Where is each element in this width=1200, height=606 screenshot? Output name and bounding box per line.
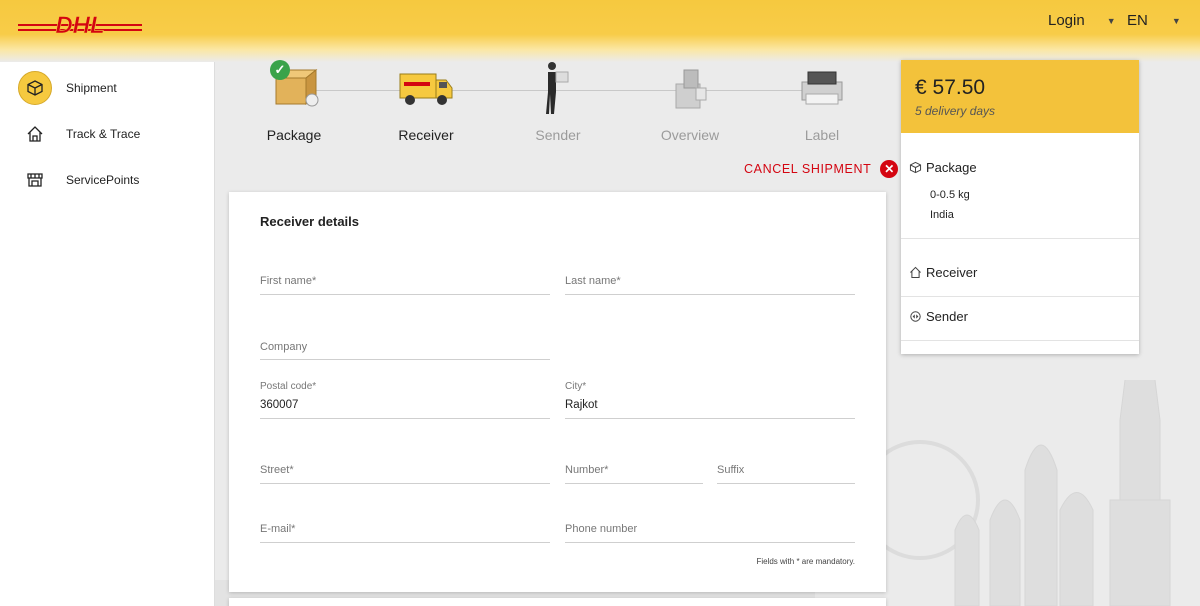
city-label: City* [565, 381, 587, 392]
email-field[interactable]: E-mail* [260, 509, 550, 543]
step-overview[interactable]: Overview [624, 58, 756, 143]
login-label: Login [1048, 12, 1085, 29]
sidebar-item-servicepoints[interactable]: ServicePoints [0, 160, 215, 200]
price-box: € 57.50 5 delivery days [901, 60, 1139, 133]
phone-label: Phone number [565, 523, 638, 535]
summary-package-title: Package [926, 160, 977, 175]
step-label: Receiver [398, 127, 454, 143]
postal-code-value: 360007 [260, 399, 299, 411]
package-icon [18, 71, 52, 105]
mandatory-note: Fields with * are mandatory. [756, 557, 855, 566]
chevron-down-icon: ▼ [1171, 15, 1181, 26]
email-label: E-mail* [260, 523, 296, 535]
step-label: Overview [660, 127, 720, 143]
last-name-field[interactable]: Last name* [565, 262, 855, 295]
city-value: Rajkot [565, 399, 598, 411]
street-label: Street* [260, 464, 294, 476]
store-icon [18, 163, 52, 197]
number-label: Number* [565, 464, 609, 476]
person-icon [528, 58, 588, 114]
sender-icon [910, 311, 921, 322]
dhl-logo[interactable]: DHL [18, 12, 142, 38]
summary-receiver-section[interactable]: Receiver [901, 239, 1139, 297]
progress-stepper: ✓ Package Receiver Sender Overview Label [228, 58, 888, 153]
price-value: € 57.50 [915, 76, 986, 99]
last-name-label: Last name* [565, 275, 621, 287]
cancel-shipment-button[interactable]: CANCEL SHIPMENT ✕ [744, 160, 899, 178]
suffix-label: Suffix [717, 464, 745, 476]
first-name-label: First name* [260, 275, 317, 287]
documents-icon [660, 58, 720, 114]
delivery-days: 5 delivery days [915, 104, 996, 118]
sidebar-item-label: Shipment [66, 81, 117, 95]
number-field[interactable]: Number* [565, 450, 703, 484]
home-icon [18, 117, 52, 151]
step-label: Package [266, 127, 322, 143]
sidebar-item-shipment[interactable]: Shipment [0, 68, 215, 108]
sidebar-item-label: Track & Trace [66, 127, 141, 141]
company-field[interactable]: Company [260, 327, 550, 360]
sidebar-item-track-trace[interactable]: Track & Trace [0, 114, 215, 154]
summary-sender-section[interactable]: Sender [901, 297, 1139, 341]
step-sender[interactable]: Sender [492, 58, 624, 143]
postal-code-label: Postal code* [260, 381, 317, 392]
close-icon: ✕ [880, 160, 899, 178]
package-weight: 0-0.5 kg [930, 189, 970, 201]
chevron-down-icon: ▼ [1106, 15, 1116, 26]
city-field[interactable]: City* Rajkot [565, 378, 855, 419]
street-field[interactable]: Street* [260, 450, 550, 484]
step-label-printer[interactable]: Label [756, 58, 888, 143]
receiver-details-card: Receiver details First name* Last name* … [229, 192, 886, 592]
step-label: Sender [535, 127, 581, 143]
summary-sender-title: Sender [926, 309, 968, 324]
postal-code-field[interactable]: Postal code* 360007 [260, 378, 550, 419]
card-title: Receiver details [260, 214, 360, 229]
check-icon: ✓ [270, 60, 290, 80]
sidebar-item-label: ServicePoints [66, 173, 140, 187]
language-dropdown[interactable]: EN ▼ [1127, 12, 1181, 29]
summary-receiver-title: Receiver [926, 265, 978, 280]
summary-receiver-heading: Receiver [909, 265, 977, 280]
svg-text:DHL: DHL [55, 12, 104, 38]
cancel-shipment-label: CANCEL SHIPMENT [744, 162, 872, 176]
login-dropdown[interactable]: Login ▼ [1048, 12, 1116, 29]
summary-sender-heading: Sender [909, 309, 968, 324]
order-summary-panel: € 57.50 5 delivery days Package 0-0.5 kg… [901, 60, 1139, 354]
summary-package-heading: Package [909, 160, 977, 175]
sidebar: Shipment Track & Trace ServicePoints [0, 62, 215, 606]
top-header: DHL Login ▼ EN ▼ [0, 0, 1200, 62]
suffix-field[interactable]: Suffix [717, 450, 855, 484]
summary-package-section[interactable]: Package 0-0.5 kg India [901, 133, 1139, 239]
package-step-icon: ✓ [264, 58, 324, 114]
package-destination: India [930, 209, 954, 221]
company-label: Company [260, 341, 308, 353]
step-label: Label [804, 127, 840, 143]
next-card [229, 598, 886, 606]
language-label: EN [1127, 12, 1148, 29]
first-name-field[interactable]: First name* [260, 262, 550, 295]
van-icon [396, 58, 456, 114]
phone-field[interactable]: Phone number [565, 509, 855, 543]
step-package[interactable]: ✓ Package [228, 58, 360, 143]
package-icon [909, 161, 922, 174]
home-icon [910, 266, 921, 279]
printer-icon [792, 58, 852, 114]
step-receiver[interactable]: Receiver [360, 58, 492, 143]
